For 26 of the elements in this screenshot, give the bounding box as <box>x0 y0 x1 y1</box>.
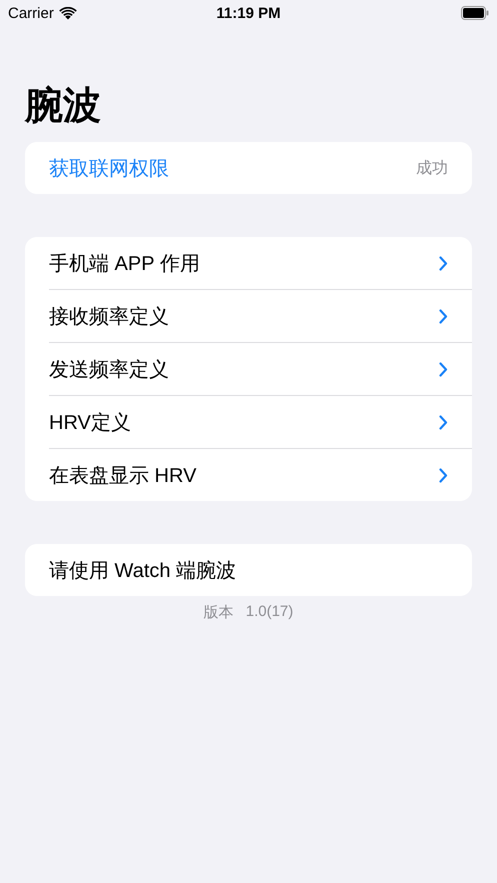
menu-row[interactable]: 在表盘显示 HRV <box>49 448 472 501</box>
menu-label: 接收频率定义 <box>49 304 169 330</box>
status-time: 11:19 PM <box>216 4 281 22</box>
menu-row[interactable]: 手机端 APP 作用 <box>25 237 472 289</box>
watch-note: 请使用 Watch 端腕波 <box>49 558 236 584</box>
menu-row[interactable]: HRV定义 <box>49 395 472 448</box>
permission-row[interactable]: 获取联网权限 成功 <box>25 142 472 194</box>
version-number: 1.0(17) <box>246 603 294 622</box>
wifi-icon <box>58 6 77 20</box>
version-label: 版本 <box>204 603 234 622</box>
chevron-icon <box>439 308 448 324</box>
menu-row[interactable]: 发送频率定义 <box>49 342 472 395</box>
menu-label: HRV定义 <box>49 410 131 436</box>
chevron-icon <box>439 414 448 430</box>
battery-icon <box>461 6 489 20</box>
menu-label: 手机端 APP 作用 <box>49 252 200 276</box>
chevron-icon <box>439 468 448 482</box>
permission-link: 获取联网权限 <box>49 156 169 182</box>
menu-label: 发送频率定义 <box>49 358 169 382</box>
permission-status: 成功 <box>416 158 448 178</box>
menu-label: 在表盘显示 HRV <box>49 464 196 488</box>
chevron-icon <box>439 362 448 376</box>
carrier-name: Carrier <box>8 4 54 22</box>
chevron-icon <box>439 256 448 270</box>
page-title: 腕波 <box>25 84 102 129</box>
menu-row[interactable]: 接收频率定义 <box>49 289 472 342</box>
